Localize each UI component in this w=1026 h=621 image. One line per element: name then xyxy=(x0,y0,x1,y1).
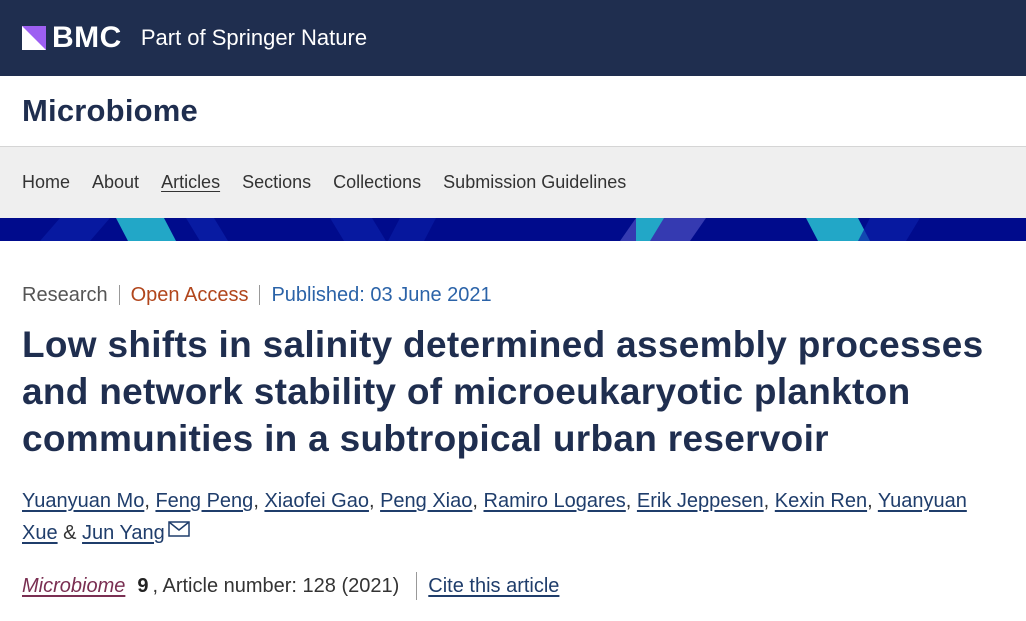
citation-article-number: , Article number: 128 (2021) xyxy=(152,574,400,597)
author-separator: , xyxy=(867,490,878,512)
article-header: Research Open Access Published: 03 June … xyxy=(0,285,1026,600)
brand-bar: BMC Part of Springer Nature xyxy=(0,0,1026,76)
nav-articles[interactable]: Articles xyxy=(161,172,220,193)
author-separator: , xyxy=(625,490,637,512)
author-link[interactable]: Jun Yang xyxy=(82,522,165,544)
author-list: Yuanyuan Mo, Feng Peng, Xiaofei Gao, Pen… xyxy=(22,485,1004,549)
author-separator: , xyxy=(253,490,265,512)
main-nav: Home About Articles Sections Collections… xyxy=(0,147,1026,218)
bmc-logo[interactable]: BMC xyxy=(22,23,122,53)
citation-journal-link[interactable]: Microbiome xyxy=(22,575,125,598)
nav-home[interactable]: Home xyxy=(22,172,70,193)
bmc-logo-mark-icon xyxy=(22,26,46,50)
journal-bar: Microbiome xyxy=(0,76,1026,147)
nav-submission-guidelines[interactable]: Submission Guidelines xyxy=(443,172,626,193)
nav-about[interactable]: About xyxy=(92,172,139,193)
journal-title-link[interactable]: Microbiome xyxy=(22,93,198,129)
article-type: Research xyxy=(22,284,108,306)
author-link[interactable]: Feng Peng xyxy=(155,490,253,512)
published-date: Published: 03 June 2021 xyxy=(259,285,502,305)
author-separator: & xyxy=(57,522,83,544)
author-separator: , xyxy=(472,490,484,512)
citation-divider xyxy=(416,572,418,600)
author-link[interactable]: Yuanyuan Mo xyxy=(22,490,144,512)
article-meta: Research Open Access Published: 03 June … xyxy=(22,285,1004,305)
email-icon[interactable] xyxy=(167,521,190,537)
nav-collections[interactable]: Collections xyxy=(333,172,421,193)
author-link[interactable]: Erik Jeppesen xyxy=(637,490,764,512)
open-access-badge: Open Access xyxy=(118,285,260,305)
author-link[interactable]: Ramiro Logares xyxy=(484,490,626,512)
author-separator: , xyxy=(144,490,156,512)
citation-volume: 9 xyxy=(137,574,149,597)
nav-sections[interactable]: Sections xyxy=(242,172,311,193)
citation-row: Microbiome 9 , Article number: 128 (2021… xyxy=(22,572,1004,600)
author-link[interactable]: Kexin Ren xyxy=(775,490,867,512)
bmc-logo-text: BMC xyxy=(52,21,122,54)
cite-this-article-link[interactable]: Cite this article xyxy=(428,575,559,598)
author-separator: , xyxy=(763,490,775,512)
author-link[interactable]: Peng Xiao xyxy=(380,490,472,512)
article-title: Low shifts in salinity determined assemb… xyxy=(22,324,984,459)
decorative-pattern-band xyxy=(0,218,1026,241)
brand-tagline: Part of Springer Nature xyxy=(140,25,368,50)
author-separator: , xyxy=(368,490,381,512)
author-link[interactable]: Xiaofei Gao xyxy=(264,490,369,512)
